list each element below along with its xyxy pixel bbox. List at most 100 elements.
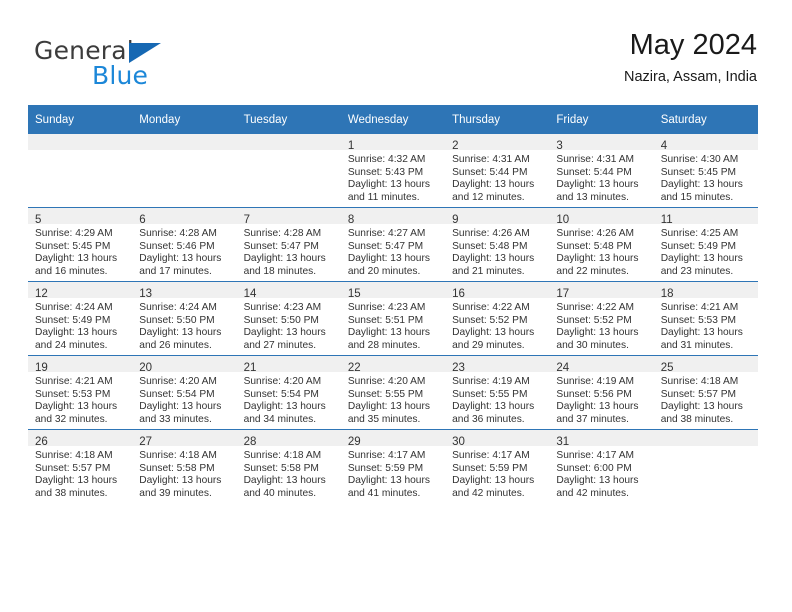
day-number-band: 26	[28, 430, 133, 448]
sunset-time: Sunset: 5:51 PM	[347, 314, 424, 326]
day-number-band: 5	[28, 208, 133, 226]
column-header-saturday: Saturday	[653, 105, 758, 134]
day-number: 4	[660, 140, 668, 152]
day-cell[interactable]: 28 Sunrise: 4:18 AM Sunset: 5:58 PM Dayligh…	[236, 429, 341, 503]
daylight-duration-line-2: and 30 minutes.	[556, 339, 629, 351]
day-cell[interactable]: 20 Sunrise: 4:20 AM Sunset: 5:54 PM Dayligh…	[132, 355, 237, 430]
day-cell-body: Sunrise: 4:20 AM Sunset: 5:55 PM Daylight:…	[341, 372, 445, 426]
day-cell-body: Sunrise: 4:24 AM Sunset: 5:50 PM Daylight:…	[132, 298, 236, 352]
daylight-duration-line-2: and 27 minutes.	[243, 339, 317, 351]
sunset-time: Sunset: 5:59 PM	[347, 462, 424, 474]
day-cell[interactable]: 31 Sunrise: 4:17 AM Sunset: 6:00 PM Dayligh…	[549, 429, 654, 503]
sunset-time: Sunset: 5:44 PM	[452, 166, 528, 178]
sunrise-time: Sunrise: 4:28 AM	[139, 228, 217, 239]
day-cell[interactable]: 13 Sunrise: 4:24 AM Sunset: 5:50 PM Dayligh…	[132, 281, 237, 356]
sunset-time: Sunset: 5:45 PM	[660, 166, 737, 178]
sunset-time: Sunset: 5:55 PM	[347, 388, 424, 400]
sunrise-time: Sunrise: 4:18 AM	[243, 450, 322, 461]
day-cell[interactable]: 5 Sunrise: 4:29 AM Sunset: 5:45 PM Daylight…	[28, 207, 133, 282]
day-number-band: 23	[445, 356, 550, 374]
day-cell[interactable]: 6 Sunrise: 4:28 AM Sunset: 5:46 PM Daylight…	[132, 207, 237, 282]
sunset-time: Sunset: 5:55 PM	[452, 388, 528, 400]
daylight-duration-line-1: Daylight: 13 hours	[35, 475, 118, 487]
daylight-duration-line-1: Daylight: 13 hours	[35, 253, 118, 265]
day-number-band: 30	[445, 430, 550, 448]
day-number: 23	[452, 362, 465, 374]
day-cell-body: Sunrise: 4:32 AM Sunset: 5:43 PM Daylight:…	[341, 150, 445, 204]
day-number: 12	[35, 288, 48, 300]
calendar-week-row: 1 Sunrise: 4:32 AM Sunset: 5:43 PM Daylight…	[28, 134, 758, 208]
day-number-band: 27	[132, 430, 237, 448]
day-cell-body: Sunrise: 4:18 AM Sunset: 5:57 PM Daylight:…	[28, 446, 132, 500]
day-cell[interactable]: 11 Sunrise: 4:25 AM Sunset: 5:49 PM Dayligh…	[653, 207, 758, 282]
sunset-time: Sunset: 5:46 PM	[139, 240, 215, 252]
day-number-band: 25	[653, 356, 758, 374]
day-cell[interactable]: 25 Sunrise: 4:18 AM Sunset: 5:57 PM Dayligh…	[653, 355, 758, 430]
day-cell[interactable]: 10 Sunrise: 4:26 AM Sunset: 5:48 PM Dayligh…	[549, 207, 654, 282]
day-number-band: 13	[132, 282, 237, 300]
sunrise-time: Sunrise: 4:24 AM	[139, 302, 217, 313]
sunset-time: Sunset: 5:48 PM	[556, 240, 632, 252]
day-cell-body: Sunrise: 4:28 AM Sunset: 5:47 PM Daylight:…	[237, 224, 341, 278]
day-cell[interactable]: 7 Sunrise: 4:28 AM Sunset: 5:47 PM Daylight…	[236, 207, 341, 282]
day-cell-body: Sunrise: 4:22 AM Sunset: 5:52 PM Daylight:…	[445, 298, 549, 352]
column-header-wednesday: Wednesday	[340, 105, 446, 134]
daylight-duration-line-1: Daylight: 13 hours	[556, 327, 639, 339]
sunset-time: Sunset: 5:54 PM	[243, 388, 319, 400]
day-cell-body: Sunrise: 4:17 AM Sunset: 5:59 PM Daylight:…	[445, 446, 549, 500]
day-cell[interactable]: 21 Sunrise: 4:20 AM Sunset: 5:54 PM Dayligh…	[236, 355, 341, 430]
day-cell[interactable]: 3 Sunrise: 4:31 AM Sunset: 5:44 PM Daylight…	[549, 134, 654, 208]
page-title: May 2024	[629, 29, 757, 61]
day-cell[interactable]: 27 Sunrise: 4:18 AM Sunset: 5:58 PM Dayligh…	[132, 429, 237, 503]
page-header: General Blue May 2024 Nazira, Assam, Ind…	[0, 0, 792, 100]
day-cell[interactable]: 14 Sunrise: 4:23 AM Sunset: 5:50 PM Dayligh…	[236, 281, 341, 356]
daylight-duration-line-1: Daylight: 13 hours	[243, 401, 326, 413]
day-cell[interactable]: 23 Sunrise: 4:19 AM Sunset: 5:55 PM Dayligh…	[445, 355, 550, 430]
day-cell[interactable]: 8 Sunrise: 4:27 AM Sunset: 5:47 PM Daylight…	[340, 207, 446, 282]
day-cell[interactable]: 19 Sunrise: 4:21 AM Sunset: 5:53 PM Dayligh…	[28, 355, 133, 430]
day-cell[interactable]: 22 Sunrise: 4:20 AM Sunset: 5:55 PM Dayligh…	[340, 355, 446, 430]
sunset-time: Sunset: 5:57 PM	[35, 462, 111, 474]
sunset-time: Sunset: 5:56 PM	[556, 388, 632, 400]
day-cell[interactable]: 26 Sunrise: 4:18 AM Sunset: 5:57 PM Dayligh…	[28, 429, 133, 503]
daylight-duration-line-2: and 15 minutes.	[660, 191, 734, 203]
day-cell[interactable]: 24 Sunrise: 4:19 AM Sunset: 5:56 PM Dayligh…	[549, 355, 654, 430]
day-number-band: 14	[236, 282, 341, 300]
day-cell[interactable]: 1 Sunrise: 4:32 AM Sunset: 5:43 PM Daylight…	[340, 134, 446, 208]
day-cell[interactable]: 2 Sunrise: 4:31 AM Sunset: 5:44 PM Daylight…	[445, 134, 550, 208]
sunrise-time: Sunrise: 4:23 AM	[347, 302, 426, 313]
day-cell[interactable]: 30 Sunrise: 4:17 AM Sunset: 5:59 PM Dayligh…	[445, 429, 550, 503]
day-number-band: 8	[340, 208, 446, 226]
day-cell[interactable]: 9 Sunrise: 4:26 AM Sunset: 5:48 PM Daylight…	[445, 207, 550, 282]
day-cell[interactable]: 17 Sunrise: 4:22 AM Sunset: 5:52 PM Dayligh…	[549, 281, 654, 356]
day-cell-body: Sunrise: 4:20 AM Sunset: 5:54 PM Daylight:…	[132, 372, 236, 426]
day-cell[interactable]: 18 Sunrise: 4:21 AM Sunset: 5:53 PM Dayligh…	[653, 281, 758, 356]
day-cell[interactable]: 15 Sunrise: 4:23 AM Sunset: 5:51 PM Dayligh…	[340, 281, 446, 356]
daylight-duration-line-1: Daylight: 13 hours	[347, 253, 430, 265]
day-number-band	[28, 134, 133, 150]
day-cell-body: Sunrise: 4:30 AM Sunset: 5:45 PM Daylight:…	[654, 150, 758, 204]
day-cell-body	[237, 150, 341, 154]
daylight-duration-line-1: Daylight: 13 hours	[556, 401, 639, 413]
daylight-duration-line-1: Daylight: 13 hours	[139, 253, 222, 265]
day-number-band: 16	[445, 282, 550, 300]
sunset-time: Sunset: 5:48 PM	[452, 240, 528, 252]
day-number-band: 7	[236, 208, 341, 226]
calendar-week-row: 19 Sunrise: 4:21 AM Sunset: 5:53 PM Dayligh…	[28, 355, 758, 430]
day-cell-empty	[28, 134, 133, 208]
day-number: 9	[452, 214, 459, 226]
day-cell[interactable]: 12 Sunrise: 4:24 AM Sunset: 5:49 PM Dayligh…	[28, 281, 133, 356]
day-cell-body: Sunrise: 4:20 AM Sunset: 5:54 PM Daylight:…	[237, 372, 341, 426]
day-number-band: 2	[445, 134, 550, 152]
day-number: 15	[347, 288, 361, 300]
sunrise-time: Sunrise: 4:29 AM	[35, 228, 113, 239]
day-cell[interactable]: 29 Sunrise: 4:17 AM Sunset: 5:59 PM Dayligh…	[340, 429, 446, 503]
general-blue-logo[interactable]: General Blue	[34, 36, 264, 94]
day-cell-body: Sunrise: 4:18 AM Sunset: 5:58 PM Daylight:…	[132, 446, 236, 500]
day-cell[interactable]: 16 Sunrise: 4:22 AM Sunset: 5:52 PM Dayligh…	[445, 281, 550, 356]
daylight-duration-line-1: Daylight: 13 hours	[35, 327, 118, 339]
daylight-duration-line-1: Daylight: 13 hours	[556, 179, 639, 191]
day-number-band	[236, 134, 341, 150]
day-cell[interactable]: 4 Sunrise: 4:30 AM Sunset: 5:45 PM Daylight…	[653, 134, 758, 208]
sunrise-time: Sunrise: 4:20 AM	[347, 376, 426, 387]
